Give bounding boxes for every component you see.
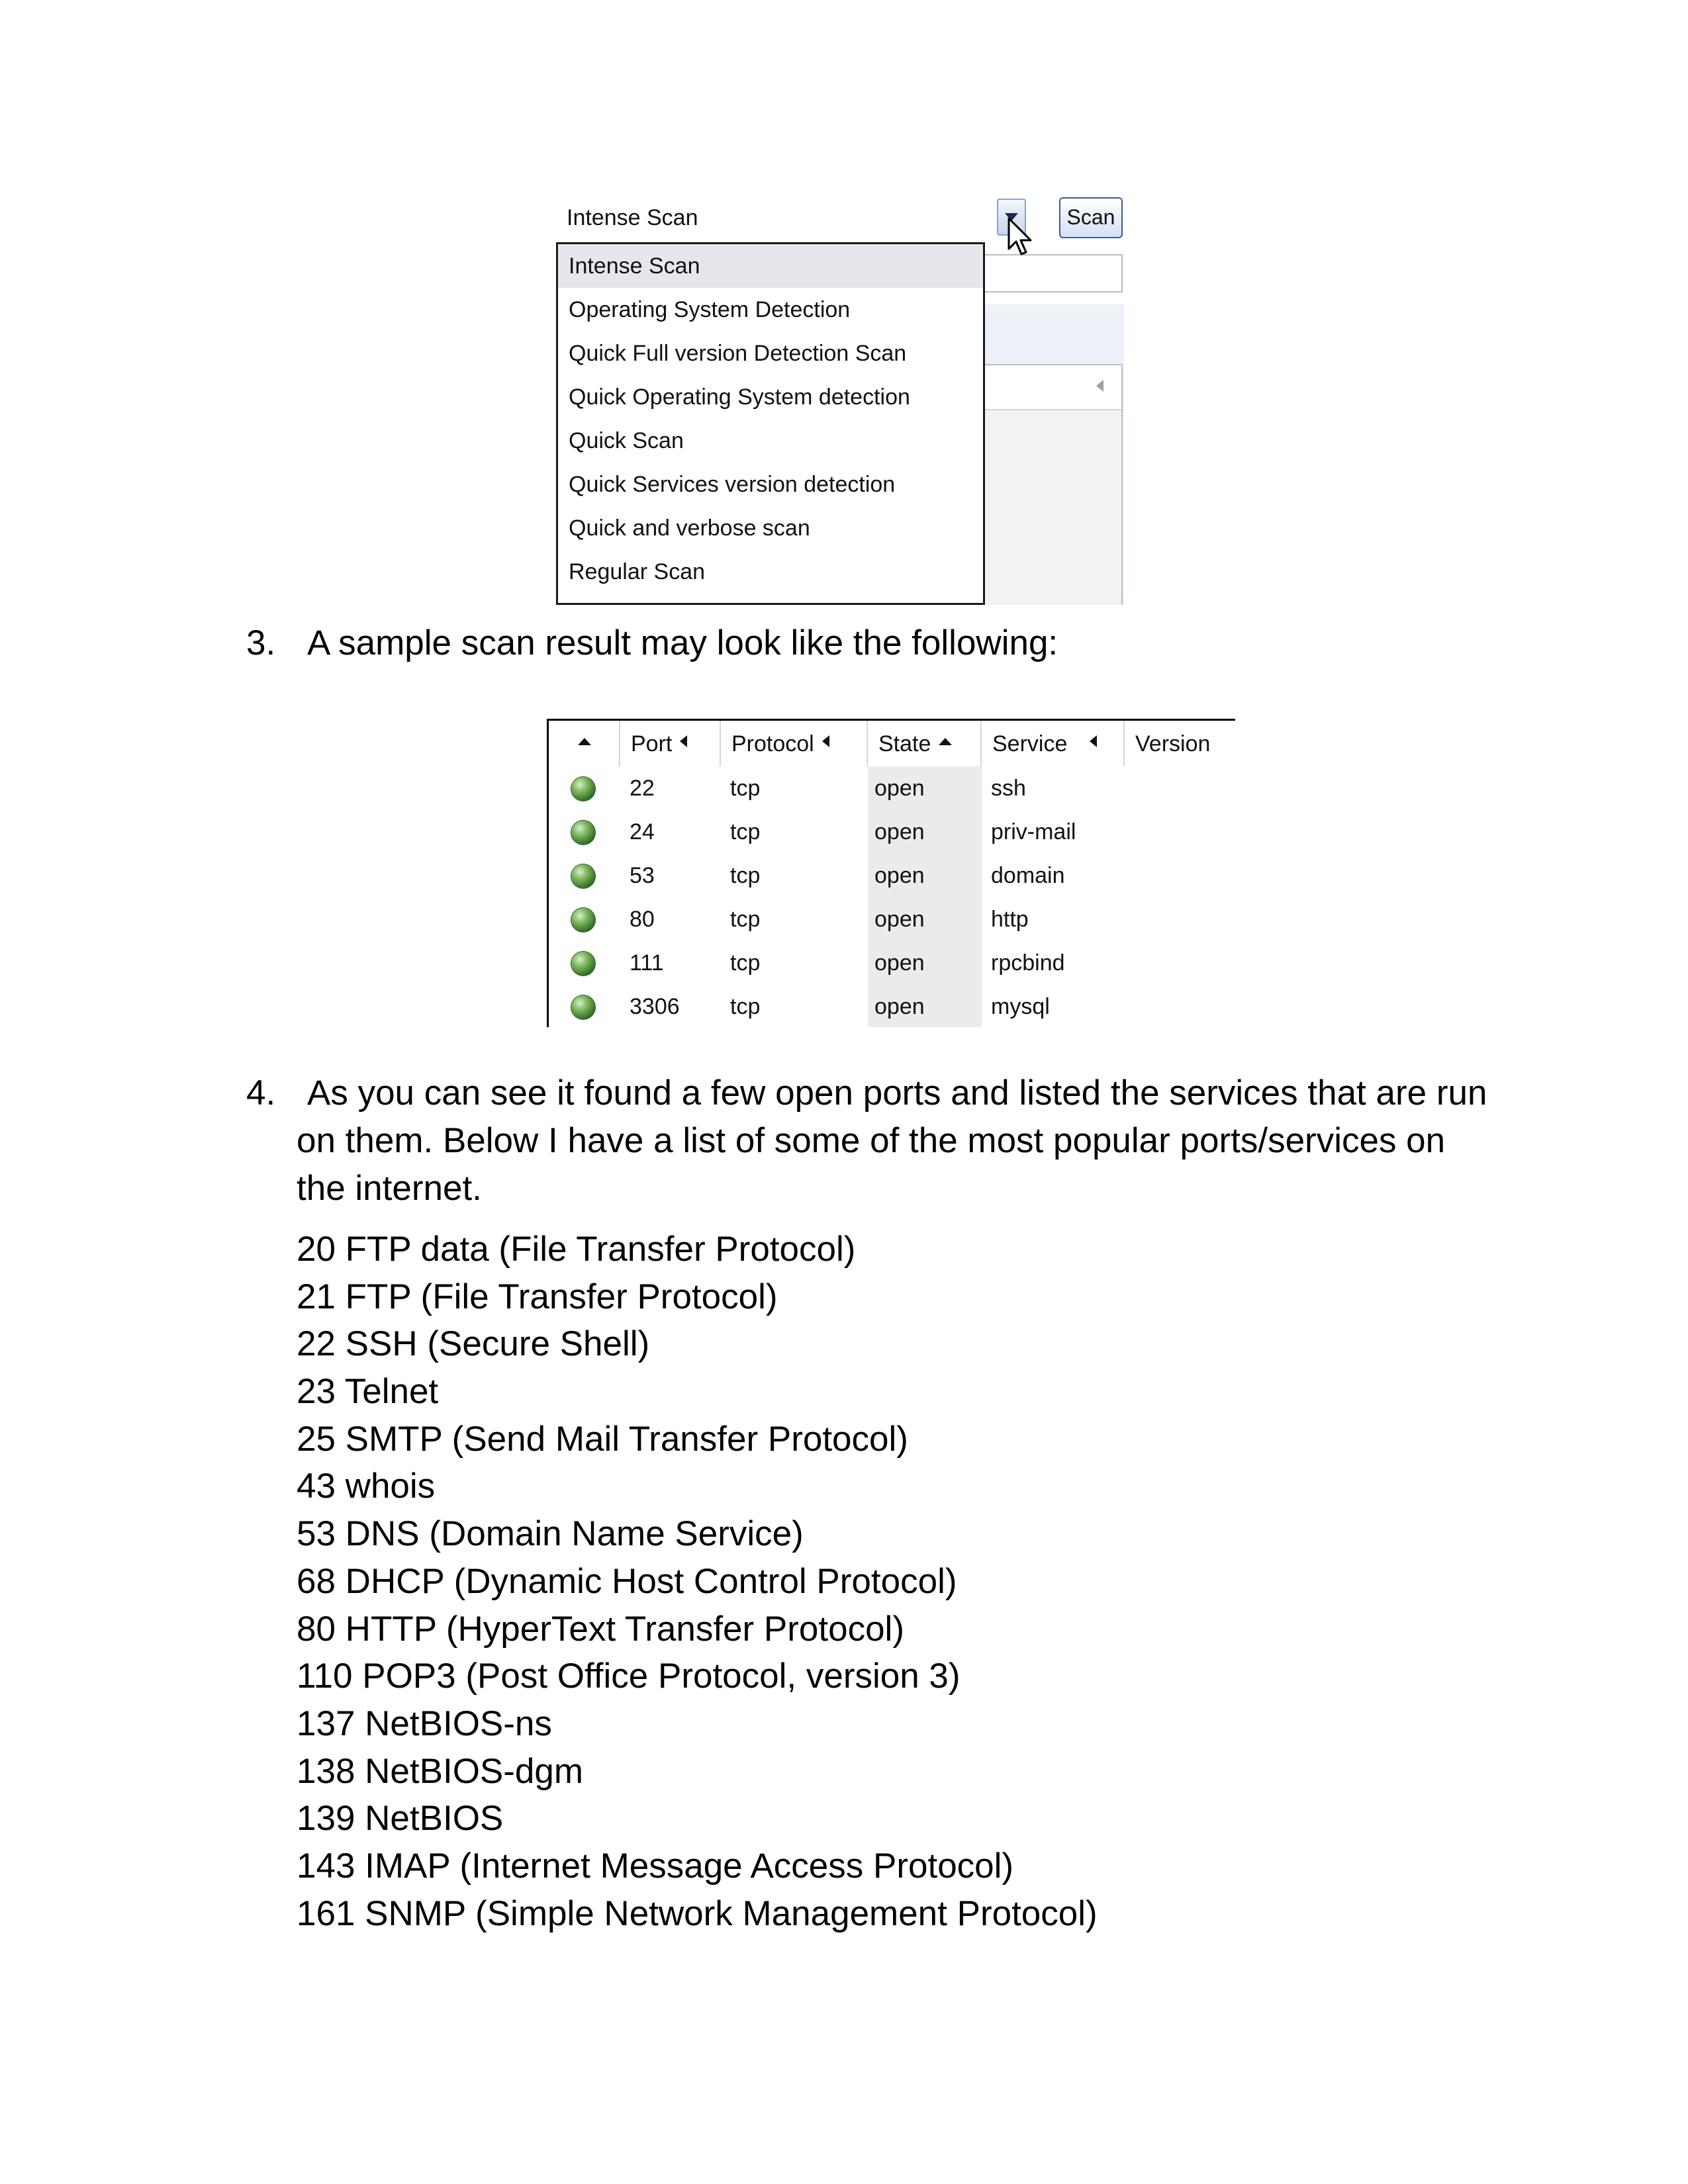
list-item: 43 whois (297, 1467, 436, 1506)
cell-service: rpcbind (991, 950, 1065, 976)
scan-results-screenshot: Port Protocol State Service Version 22 t… (547, 719, 1235, 1027)
column-header-service[interactable]: Service (982, 721, 1125, 766)
table-row[interactable]: 24 tcp open priv-mail (549, 810, 1235, 854)
cell-service: mysql (991, 994, 1050, 1019)
list-item: 80 HTTP (HyperText Transfer Protocol) (297, 1609, 904, 1649)
scan-profile-dropdown-list: Intense Scan Operating System Detection … (556, 242, 985, 605)
profile-option-quick-verbose[interactable]: Quick and verbose scan (558, 506, 983, 550)
profile-option-regular-scan[interactable]: Regular Scan (558, 550, 983, 594)
cell-port: 53 (630, 863, 655, 888)
cell-protocol: tcp (730, 907, 761, 932)
cell-port: 111 (630, 950, 664, 976)
open-status-icon (571, 995, 595, 1019)
table-row[interactable]: 3306 tcp open mysql (549, 985, 1235, 1028)
sort-arrow-icon (1090, 735, 1098, 748)
cell-state: open (874, 907, 925, 932)
mouse-pointer-icon (1008, 217, 1032, 255)
scan-profile-combobox[interactable]: Intense Scan (556, 193, 1033, 244)
sort-arrow-icon (821, 735, 829, 748)
list-item: 137 NetBIOS-ns (297, 1704, 552, 1743)
sort-arrow-icon (1096, 380, 1103, 392)
cell-protocol: tcp (730, 950, 761, 976)
step-3: 3. A sample scan result may look like th… (246, 619, 1438, 667)
list-item: 20 FTP data (File Transfer Protocol) (297, 1230, 856, 1269)
open-status-icon (571, 821, 595, 844)
cell-protocol: tcp (730, 819, 761, 844)
cell-service: ssh (991, 776, 1026, 801)
column-header-status[interactable] (549, 721, 620, 766)
results-table-header: Port Protocol State Service Version (547, 719, 1235, 766)
cell-state: open (874, 950, 925, 976)
cell-service: http (991, 907, 1029, 932)
list-item: 25 SMTP (Send Mail Transfer Protocol) (297, 1419, 908, 1459)
open-status-icon (571, 952, 595, 976)
background-list-panel (980, 364, 1123, 605)
profile-option-intense-scan[interactable]: Intense Scan (558, 244, 983, 288)
column-header-port[interactable]: Port (620, 721, 721, 766)
profile-option-quick-scan[interactable]: Quick Scan (558, 419, 983, 463)
list-item: 23 Telnet (297, 1372, 439, 1412)
profile-option-quick-services[interactable]: Quick Services version detection (558, 463, 983, 506)
column-header-version[interactable]: Version (1125, 721, 1237, 766)
scan-button[interactable]: Scan (1059, 197, 1123, 238)
cell-port: 80 (630, 907, 655, 932)
sort-ascending-icon (578, 737, 591, 745)
column-header-protocol[interactable]: Protocol (721, 721, 868, 766)
step-text-line-3: the internet. (297, 1169, 482, 1208)
table-row[interactable]: 80 tcp open http (549, 897, 1235, 941)
column-header-state[interactable]: State (868, 721, 982, 766)
cell-protocol: tcp (730, 776, 761, 801)
step-text: A sample scan result may look like the f… (307, 623, 1058, 662)
list-item: 139 NetBIOS (297, 1799, 504, 1839)
profile-option-os-detection[interactable]: Operating System Detection (558, 288, 983, 332)
cell-service: priv-mail (991, 819, 1076, 844)
background-panel (980, 304, 1124, 605)
cell-state: open (874, 776, 925, 801)
cell-port: 22 (630, 776, 655, 801)
list-item: 161 SNMP (Simple Network Management Prot… (297, 1893, 1098, 1933)
open-status-icon (571, 777, 595, 801)
step-number: 4. (246, 1073, 276, 1113)
sort-arrow-icon (680, 735, 688, 748)
open-status-icon (571, 908, 595, 932)
list-item: 53 DNS (Domain Name Service) (297, 1514, 804, 1554)
open-status-icon (571, 864, 595, 888)
list-item: 143 IMAP (Internet Message Access Protoc… (297, 1846, 1014, 1886)
profile-option-quick-os-detection[interactable]: Quick Operating System detection (558, 375, 983, 419)
table-row[interactable]: 53 tcp open domain (549, 854, 1235, 897)
scan-profile-screenshot: Intense Scan Scan Intense Scan Operating… (556, 193, 1125, 605)
cell-port: 3306 (630, 994, 680, 1019)
cell-port: 24 (630, 819, 655, 844)
step-text-line-2: on them. Below I have a list of some of … (297, 1121, 1446, 1160)
background-panel-header (981, 365, 1121, 410)
step-text-line-1: As you can see it found a few open ports… (307, 1073, 1487, 1113)
cell-protocol: tcp (730, 994, 761, 1019)
cell-service: domain (991, 863, 1065, 888)
scan-profile-selected-value: Intense Scan (567, 205, 698, 230)
step-number: 3. (246, 623, 276, 662)
table-row[interactable]: 22 tcp open ssh (549, 766, 1235, 810)
results-table-body: 22 tcp open ssh 24 tcp open priv-mail 53… (547, 766, 1235, 1027)
cell-state: open (874, 863, 925, 888)
list-item: 21 FTP (File Transfer Protocol) (297, 1277, 778, 1316)
popular-ports-list: 20 FTP data (File Transfer Protocol) 21 … (297, 1226, 1289, 1937)
sort-ascending-icon (939, 737, 953, 745)
list-item: 22 SSH (Secure Shell) (297, 1324, 650, 1364)
list-item: 68 DHCP (Dynamic Host Control Protocol) (297, 1561, 957, 1601)
profile-option-quick-full-version[interactable]: Quick Full version Detection Scan (558, 332, 983, 375)
table-row[interactable]: 111 tcp open rpcbind (549, 941, 1235, 985)
cell-state: open (874, 819, 925, 844)
step-4: 4. As you can see it found a few open po… (246, 1069, 1504, 1212)
target-field[interactable] (980, 254, 1123, 293)
list-item: 110 POP3 (Post Office Protocol, version … (297, 1657, 961, 1696)
cell-state: open (874, 994, 925, 1019)
list-item: 138 NetBIOS-dgm (297, 1751, 584, 1791)
cell-protocol: tcp (730, 863, 761, 888)
